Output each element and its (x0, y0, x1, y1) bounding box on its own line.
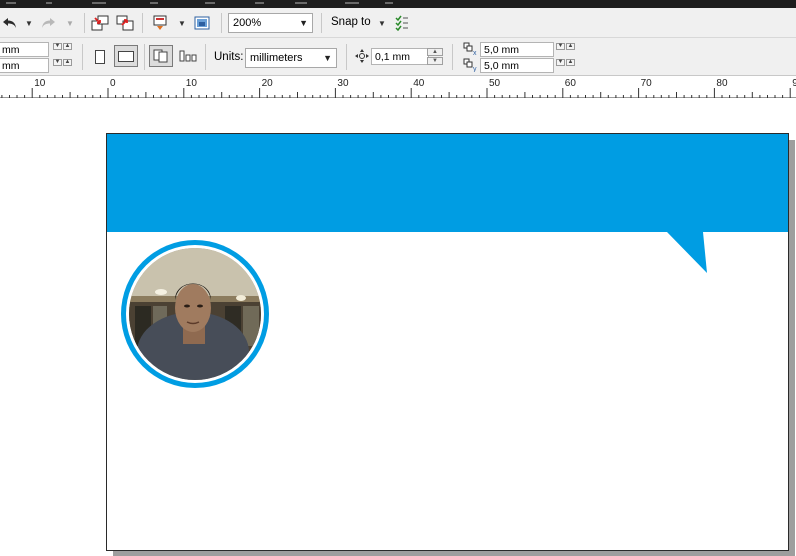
page-width-spin-down[interactable]: ▼ (53, 43, 62, 50)
ruler-label: 80 (716, 78, 728, 89)
ruler-label: 60 (565, 78, 577, 89)
profile-photo[interactable] (129, 248, 261, 380)
ruler-label: 40 (413, 78, 425, 89)
snap-to-label: Snap to (331, 16, 371, 28)
publish-caret[interactable]: ▼ (178, 19, 186, 28)
duplicate-x-spin-down[interactable]: ▼ (556, 43, 565, 50)
nudge-distance-value: 0,1 mm (375, 50, 411, 63)
horizontal-ruler[interactable]: 10 0 10 20 30 40 50 60 70 80 90 (0, 76, 796, 98)
redo-list-caret[interactable]: ▼ (66, 19, 74, 28)
nudge-spin-up[interactable]: ▲ (427, 48, 443, 56)
units-value: millimeters (250, 52, 303, 64)
ruler-label: 30 (337, 78, 349, 89)
ruler-label: 90 (792, 78, 796, 89)
ruler-label: 10 (186, 78, 198, 89)
full-screen-preview-icon[interactable] (192, 13, 212, 33)
units-combo[interactable]: millimeters ▼ (245, 48, 337, 68)
duplicate-y-spin-down[interactable]: ▼ (556, 59, 565, 66)
duplicate-x-spin-up[interactable]: ▲ (566, 43, 575, 50)
duplicate-distance-y-icon: y (462, 57, 480, 73)
page-height-value: mm (2, 59, 20, 72)
duplicate-y-value: 5,0 mm (484, 59, 520, 72)
ruler-label: 10 (34, 78, 46, 89)
duplicate-x-field[interactable]: 5,0 mm (480, 42, 554, 57)
snap-options-icon[interactable] (393, 13, 411, 33)
import-icon[interactable] (90, 13, 110, 33)
page-width-field[interactable]: mm (0, 42, 49, 57)
nudge-distance-field[interactable]: 0,1 mm (371, 48, 429, 65)
chevron-down-icon: ▼ (323, 53, 332, 63)
menu-bar-strip (0, 0, 796, 8)
chevron-down-icon: ▼ (299, 18, 308, 28)
page-height-spin-up[interactable]: ▲ (63, 59, 72, 66)
landscape-page-icon[interactable] (114, 45, 138, 67)
page-height-spin-down[interactable]: ▼ (53, 59, 62, 66)
page-width-spin-up[interactable]: ▲ (63, 43, 72, 50)
nudge-spin-down[interactable]: ▼ (427, 57, 443, 65)
publish-icon[interactable] (150, 13, 170, 33)
ruler-label: 50 (489, 78, 501, 89)
duplicate-y-spin-up[interactable]: ▲ (566, 59, 575, 66)
zoom-level-combo[interactable]: 200% ▼ (228, 13, 313, 33)
snap-to-caret[interactable]: ▼ (378, 19, 386, 28)
ruler-label: 20 (262, 78, 274, 89)
current-page-icon[interactable] (177, 47, 199, 65)
units-label: Units: (214, 51, 244, 63)
undo-list-caret[interactable]: ▼ (25, 19, 33, 28)
standard-toolbar: ▼ ▼ ▼ 200% ▼ Snap to ▼ (0, 8, 796, 38)
page-width-value: mm (2, 43, 20, 56)
coreldraw-window: ▼ ▼ ▼ 200% ▼ Snap to ▼ mm ▼ ▲ mm ▼ ▲ Uni… (0, 0, 796, 556)
svg-text:x: x (473, 50, 477, 56)
property-bar: mm ▼ ▲ mm ▼ ▲ Units: millimeters ▼ 0,1 m… (0, 38, 796, 76)
zoom-level-value: 200% (233, 17, 262, 29)
duplicate-x-value: 5,0 mm (484, 43, 520, 56)
ruler-label: 70 (641, 78, 653, 89)
undo-arrow-icon[interactable] (0, 13, 20, 33)
all-pages-icon[interactable] (149, 45, 173, 67)
profile-photo-frame[interactable] (121, 240, 269, 388)
duplicate-y-field[interactable]: 5,0 mm (480, 58, 554, 73)
ruler-label: 0 (110, 78, 116, 89)
page-height-field[interactable]: mm (0, 58, 49, 73)
snap-to-button[interactable]: Snap to (331, 16, 371, 28)
duplicate-distance-x-icon: x (462, 41, 480, 57)
ruler-ticks: 10 0 10 20 30 40 50 60 70 80 90 (1, 78, 796, 98)
nudge-move-icon (354, 48, 370, 64)
svg-text:y: y (473, 66, 477, 72)
portrait-page-icon[interactable] (92, 48, 108, 66)
redo-arrow-icon[interactable] (38, 13, 58, 33)
profile-photo-border (126, 245, 264, 383)
export-icon[interactable] (115, 13, 135, 33)
